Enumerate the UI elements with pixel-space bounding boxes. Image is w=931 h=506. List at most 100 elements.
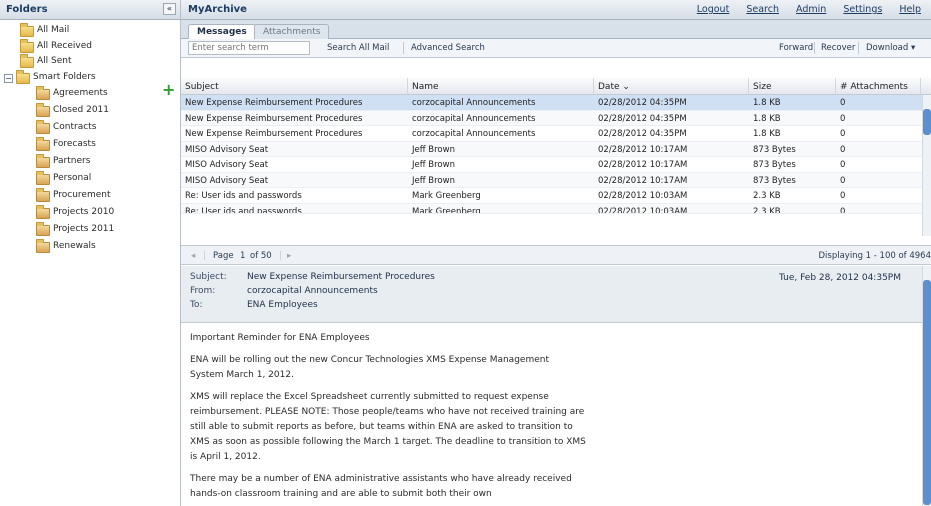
logout-link[interactable]: Logout	[697, 4, 730, 15]
smart-folder-personal[interactable]: Personal	[0, 171, 180, 185]
smart-folder-contracts[interactable]: Contracts	[0, 120, 180, 134]
search-link[interactable]: Search	[746, 4, 779, 15]
folder-smart-folders[interactable]: − Smart Folders	[0, 70, 180, 84]
smart-folder-icon	[36, 137, 50, 151]
cell-date: 02/28/2012 10:17AM	[598, 175, 688, 186]
preview-date: Tue, Feb 28, 2012 04:35PM	[779, 273, 901, 283]
cell-subject: MISO Advisory Seat	[185, 175, 269, 186]
next-page-icon[interactable]: ▸	[287, 251, 291, 261]
cell-attachments: 0	[840, 175, 846, 186]
tab-strip: Messages Attachments	[181, 20, 931, 40]
smart-folder-projects-2011[interactable]: Projects 2011	[0, 222, 180, 236]
folder-all-mail[interactable]: All Mail	[0, 23, 180, 37]
smart-folder-projects-2010[interactable]: Projects 2010	[0, 205, 180, 219]
smart-folder-icon	[36, 103, 50, 117]
cell-size: 873 Bytes	[753, 160, 796, 170]
column-date[interactable]: Date ⌄	[594, 78, 749, 94]
add-smart-folder-icon[interactable]: +	[162, 82, 175, 98]
cell-size: 873 Bytes	[753, 175, 796, 186]
advanced-search-button[interactable]: Advanced Search	[411, 43, 485, 53]
main-panel: MyArchive Logout Search Admin Settings H…	[181, 0, 931, 506]
page-number-input[interactable]: 1	[240, 251, 245, 261]
search-all-mail-button[interactable]: Search All Mail	[327, 43, 389, 53]
folder-icon	[20, 54, 34, 68]
table-row[interactable]: MISO Advisory Seat Jeff Brown 02/28/2012…	[181, 141, 931, 157]
table-row[interactable]: New Expense Reimbursement Procedures cor…	[181, 95, 931, 111]
folder-all-received[interactable]: All Received	[0, 39, 180, 53]
cell-attachments: 0	[840, 144, 846, 155]
cell-attachments: 0	[840, 129, 846, 139]
pager-divider: |	[279, 251, 282, 261]
table-row[interactable]: Re: User ids and passwords Mark Greenber…	[181, 203, 931, 214]
page-label: Page	[213, 251, 234, 261]
column-size[interactable]: Size	[749, 78, 836, 94]
folder-label: Projects 2010	[53, 207, 115, 217]
smart-folder-icon	[36, 154, 50, 168]
cell-size: 1.8 KB	[753, 129, 781, 139]
help-link[interactable]: Help	[899, 4, 921, 15]
collapse-tree-icon[interactable]: −	[4, 74, 13, 83]
cell-subject: MISO Advisory Seat	[185, 160, 269, 170]
recover-button[interactable]: Recover	[821, 43, 855, 53]
table-row[interactable]: New Expense Reimbursement Procedures cor…	[181, 110, 931, 126]
smart-folder-procurement[interactable]: Procurement	[0, 188, 180, 202]
search-input[interactable]	[188, 41, 310, 55]
preview-scrollbar[interactable]	[922, 266, 931, 506]
cell-size: 2.3 KB	[753, 191, 781, 201]
cell-subject: MISO Advisory Seat	[185, 144, 269, 155]
smart-folder-closed-2011[interactable]: Closed 2011	[0, 103, 180, 117]
folder-all-sent[interactable]: All Sent	[0, 54, 180, 68]
body-paragraph: Important Reminder for ENA Employees	[190, 333, 370, 343]
folder-label: Closed 2011	[53, 105, 109, 115]
cell-name: corzocapital Announcements	[412, 129, 536, 139]
table-row[interactable]: New Expense Reimbursement Procedures cor…	[181, 126, 931, 142]
cell-subject: New Expense Reimbursement Procedures	[185, 98, 363, 108]
folder-icon	[20, 23, 34, 37]
sidebar-header: Folders «	[0, 0, 180, 20]
smart-folder-renewals[interactable]: Renewals	[0, 239, 180, 253]
table-row[interactable]: MISO Advisory Seat Jeff Brown 02/28/2012…	[181, 172, 931, 188]
folder-icon	[20, 39, 34, 53]
column-attachments[interactable]: # Attachments	[836, 78, 921, 94]
cell-attachments: 0	[840, 160, 846, 170]
smart-folder-forecasts[interactable]: Forecasts	[0, 137, 180, 151]
folder-tree: All Mail All Received All Sent − Smart F…	[0, 20, 180, 253]
preview-from: corzocapital Announcements	[247, 286, 378, 296]
smart-folder-agreements[interactable]: Agreements	[0, 86, 180, 100]
sidebar-title: Folders	[6, 4, 48, 15]
cell-subject: New Expense Reimbursement Procedures	[185, 113, 363, 124]
collapse-sidebar-button[interactable]: «	[163, 3, 176, 15]
page-count: of 50	[250, 251, 272, 261]
settings-link[interactable]: Settings	[843, 4, 882, 15]
folders-sidebar: Folders « All Mail All Received All Sent…	[0, 0, 181, 506]
folder-label: Procurement	[53, 190, 111, 200]
subject-label: Subject:	[190, 272, 227, 282]
grid-scrollbar[interactable]	[922, 95, 931, 236]
preview-scroll-thumb[interactable]	[923, 280, 931, 505]
grid-scroll-thumb[interactable]	[923, 109, 931, 135]
cell-attachments: 0	[840, 206, 846, 213]
preview-subject: New Expense Reimbursement Procedures	[247, 272, 435, 282]
smart-folder-icon	[36, 188, 50, 202]
previous-page-icon[interactable]: ◂	[191, 251, 195, 261]
cell-attachments: 0	[840, 191, 846, 201]
tab-messages[interactable]: Messages	[188, 24, 256, 40]
tab-attachments[interactable]: Attachments	[254, 24, 330, 39]
message-body: Important Reminder for ENA Employees ENA…	[181, 323, 921, 506]
folder-label: All Sent	[37, 56, 72, 66]
download-button[interactable]: Download ▾	[866, 43, 915, 53]
forward-button[interactable]: Forward	[779, 43, 813, 53]
cell-date: 02/28/2012 10:03AM	[598, 191, 688, 201]
smart-folder-icon	[36, 86, 50, 100]
table-row[interactable]: MISO Advisory Seat Jeff Brown 02/28/2012…	[181, 157, 931, 173]
message-grid: Subject Name Date ⌄ Size # Attachments N…	[181, 78, 931, 214]
cell-name: corzocapital Announcements	[412, 98, 536, 108]
smart-folder-partners[interactable]: Partners	[0, 154, 180, 168]
admin-link[interactable]: Admin	[796, 4, 826, 15]
column-name[interactable]: Name	[408, 78, 594, 94]
body-paragraph: XMS will replace the Excel Spreadsheet c…	[190, 392, 586, 462]
smart-folder-icon	[36, 222, 50, 236]
column-subject[interactable]: Subject	[181, 78, 408, 94]
cell-subject: Re: User ids and passwords	[185, 191, 302, 201]
table-row[interactable]: Re: User ids and passwords Mark Greenber…	[181, 188, 931, 204]
